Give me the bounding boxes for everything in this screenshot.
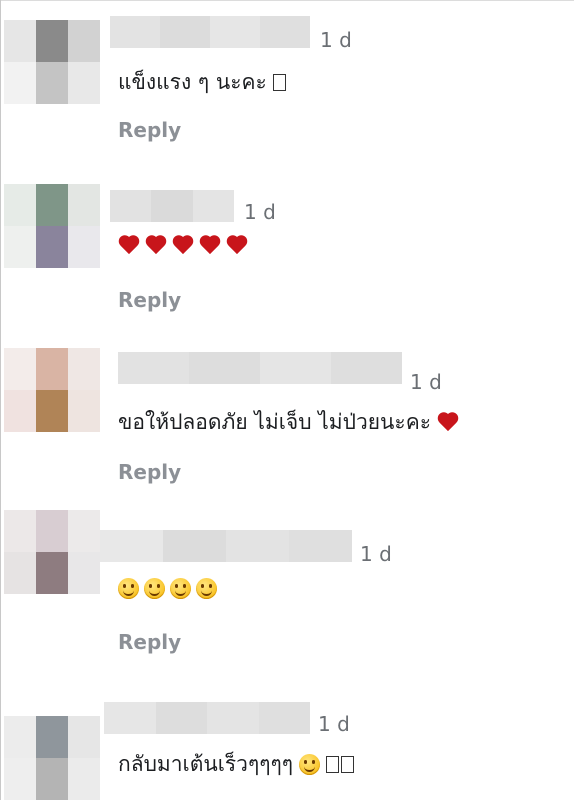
comment-text [118, 578, 217, 599]
unsupported-glyph-icon [341, 756, 355, 773]
commenter-name-blurred[interactable] [110, 190, 234, 222]
heart-emoji-row [118, 236, 248, 256]
smiling-face-icon [144, 578, 165, 599]
comment-text-body: กลับมาเต้นเร็วๆๆๆๆ [118, 752, 294, 776]
comment-text: กลับมาเต้นเร็วๆๆๆๆ [118, 748, 355, 781]
unsupported-glyph-icon [272, 74, 286, 91]
heart-icon [226, 236, 248, 256]
heart-icon [199, 236, 221, 256]
smiling-face-icon [196, 578, 217, 599]
comment-timestamp[interactable]: 1 d [360, 542, 392, 566]
comment-text-body: ขอให้ปลอดภัย ไม่เจ็บ ไม่ป่วยนะคะ [118, 410, 432, 434]
top-border [0, 0, 574, 1]
heart-icon [172, 236, 194, 256]
commenter-name-blurred[interactable] [118, 352, 402, 384]
heart-icon [118, 236, 140, 256]
smiling-face-icon [299, 754, 321, 775]
smiling-face-icon [118, 578, 139, 599]
avatar-blurred[interactable] [4, 20, 100, 104]
unsupported-glyph-icon [326, 756, 340, 773]
avatar-blurred[interactable] [4, 348, 100, 432]
reply-button[interactable]: Reply [118, 460, 181, 484]
reply-button[interactable]: Reply [118, 288, 181, 312]
comment-timestamp[interactable]: 1 d [244, 200, 276, 224]
commenter-name-blurred[interactable] [104, 702, 310, 734]
left-border [0, 0, 1, 800]
comment-timestamp[interactable]: 1 d [320, 28, 352, 52]
avatar-blurred[interactable] [4, 716, 100, 800]
smiling-face-icon [170, 578, 191, 599]
commenter-name-blurred[interactable] [100, 530, 352, 562]
comment-text: ขอให้ปลอดภัย ไม่เจ็บ ไม่ป่วยนะคะ [118, 406, 459, 439]
comment-timestamp[interactable]: 1 d [410, 370, 442, 394]
heart-icon [437, 413, 459, 433]
smiley-emoji-row [118, 578, 217, 599]
reply-button[interactable]: Reply [118, 630, 181, 654]
commenter-name-blurred[interactable] [110, 16, 310, 48]
heart-icon [145, 236, 167, 256]
avatar-blurred[interactable] [4, 510, 100, 594]
comment-timestamp[interactable]: 1 d [318, 712, 350, 736]
comment-text: แข็งแรง ๆ นะคะ [118, 66, 286, 99]
comment-text [118, 236, 248, 256]
reply-button[interactable]: Reply [118, 118, 181, 142]
comment-text-body: แข็งแรง ๆ นะคะ [118, 70, 267, 94]
avatar-blurred[interactable] [4, 184, 100, 268]
